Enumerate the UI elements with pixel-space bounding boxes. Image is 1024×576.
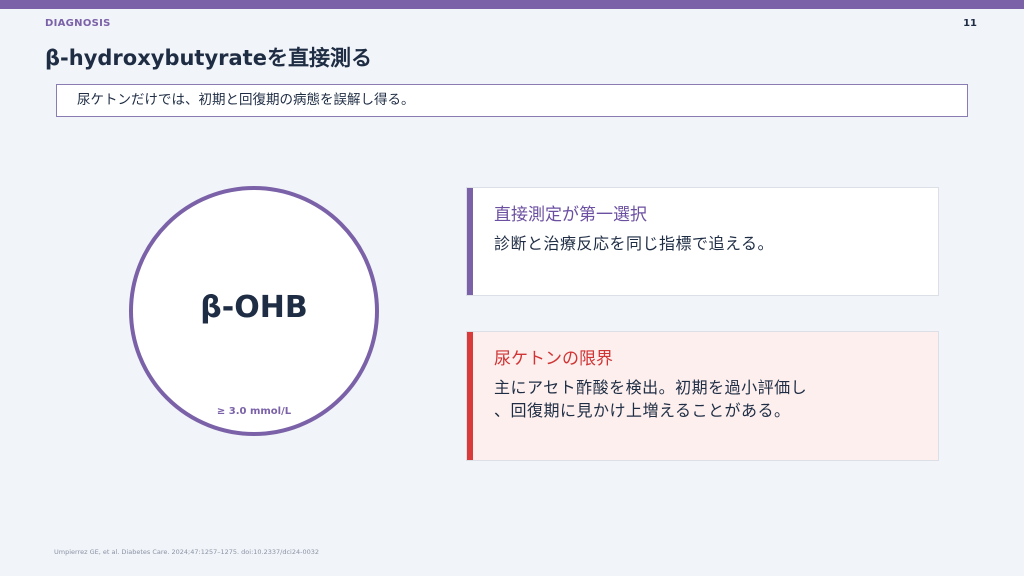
page-title: β-hydroxybutyrateを直接測る bbox=[45, 46, 372, 70]
card-body-line: 主にアセト酢酸を検出。初期を過小評価し bbox=[494, 378, 808, 397]
bohb-circle: β-OHB ≥ 3.0 mmol/L bbox=[129, 186, 379, 436]
circle-label: β-OHB bbox=[200, 290, 308, 325]
card-body-line: 、回復期に見かけ上増えることがある。 bbox=[494, 401, 791, 420]
citation: Umpierrez GE, et al. Diabetes Care. 2024… bbox=[54, 548, 319, 556]
page-number: 11 bbox=[963, 18, 977, 29]
top-accent-bar bbox=[0, 0, 1024, 9]
card-accent-bar bbox=[467, 188, 473, 295]
card-body-line: 診断と治療反応を同じ指標で追える。 bbox=[494, 234, 775, 253]
card-warning-bar bbox=[467, 332, 473, 460]
card-title: 直接測定が第一選択 bbox=[494, 205, 647, 225]
subtitle-box: 尿ケトンだけでは、初期と回復期の病態を誤解し得る。 bbox=[56, 84, 968, 117]
card-body: 診断と治療反応を同じ指標で追える。 bbox=[494, 232, 774, 255]
card-title: 尿ケトンの限界 bbox=[494, 349, 613, 369]
card-body: 主にアセト酢酸を検出。初期を過小評価し 、回復期に見かけ上増えることがある。 bbox=[494, 376, 807, 422]
circle-threshold: ≥ 3.0 mmol/L bbox=[216, 406, 292, 417]
direct-measurement-card: 直接測定が第一選択 診断と治療反応を同じ指標で追える。 bbox=[466, 187, 939, 296]
urine-ketone-limit-card: 尿ケトンの限界 主にアセト酢酸を検出。初期を過小評価し 、回復期に見かけ上増える… bbox=[466, 331, 939, 461]
section-label: DIAGNOSIS bbox=[45, 18, 111, 29]
